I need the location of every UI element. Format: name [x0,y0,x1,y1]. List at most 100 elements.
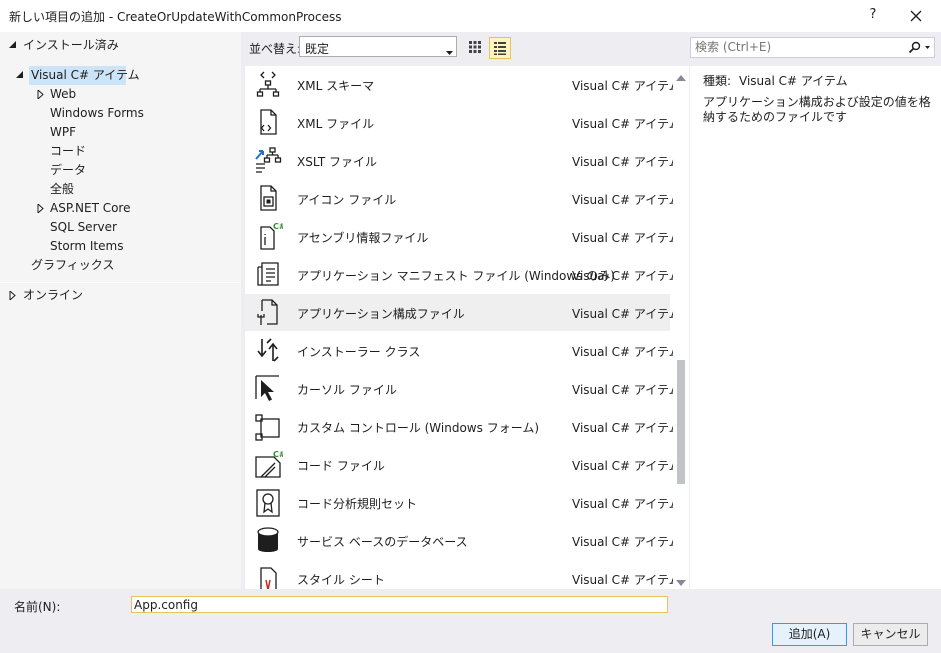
item-category: Visual C# アイテム [572,307,673,321]
grid-view-icon[interactable] [465,37,485,57]
item-name: アイコン ファイル [297,193,397,207]
help-button[interactable]: ? [862,4,884,26]
list-item[interactable]: XSLT ファイル Visual C# アイテム [245,142,673,179]
list-item[interactable]: サービス ベースのデータベース Visual C# アイテム [245,522,673,559]
xml-schema-icon [253,69,283,99]
item-name: コード ファイル [297,459,385,473]
list-item[interactable]: カスタム コントロール (Windows フォーム) Visual C# アイテ… [245,408,673,445]
tree-item-label: グラフィックス [31,258,115,272]
tree-item-aspnet-core[interactable]: ASP.NET Core [35,199,235,218]
close-icon[interactable] [904,4,928,28]
list-view-icon[interactable] [489,37,511,59]
list-item[interactable]: コード分析規則セット Visual C# アイテム [245,484,673,521]
config-file-icon [253,297,283,327]
item-category: Visual C# アイテム [572,79,673,93]
list-item[interactable]: C# アセンブリ情報ファイル Visual C# アイテム [245,218,673,255]
list-item[interactable]: XML ファイル Visual C# アイテム [245,104,673,141]
item-name: コード分析規則セット [297,497,418,511]
list-item[interactable]: C# コード ファイル Visual C# アイテム [245,446,673,483]
add-button[interactable]: 追加(A) [772,623,847,646]
cancel-button[interactable]: キャンセル [853,623,928,646]
collapsed-triangle-icon [37,85,47,104]
tree-item-label: Storm Items [50,239,124,253]
list-item[interactable]: カーソル ファイル Visual C# アイテム [245,370,673,407]
item-category: Visual C# アイテム [572,117,673,131]
database-icon [253,525,283,555]
collapsed-triangle-icon [37,199,47,218]
cursor-file-icon [253,373,283,403]
item-name: スタイル シート [297,573,385,587]
item-name: XSLT ファイル [297,155,378,169]
item-name: アプリケーション構成ファイル [297,307,465,321]
list-item[interactable]: スタイル シート Visual C# アイテム [245,560,673,589]
item-category: Visual C# アイテム [572,573,673,587]
item-category: Visual C# アイテム [572,155,673,169]
item-category: Visual C# アイテム [572,269,673,283]
installer-class-icon [253,335,283,365]
type-label: 種類: [703,74,732,88]
tree-item-label: ASP.NET Core [50,201,131,215]
item-category: Visual C# アイテム [572,459,673,473]
list-scrollbar[interactable] [673,66,689,589]
sort-dropdown[interactable]: 既定 [299,36,457,57]
search-icon[interactable] [908,41,932,58]
scroll-down-icon[interactable] [676,575,686,589]
item-category: Visual C# アイテム [572,497,673,511]
search-input[interactable] [695,40,895,54]
item-category: Visual C# アイテム [572,345,673,359]
svg-text:C#: C# [273,450,283,459]
item-category: Visual C# アイテム [572,421,673,435]
tree-online-label: オンライン [23,288,84,302]
list-item[interactable]: XML スキーマ Visual C# アイテム [245,66,673,103]
ruleset-icon [253,487,283,517]
tree-item-label: WPF [50,125,77,139]
xml-file-icon [253,107,283,137]
list-item[interactable]: アプリケーション マニフェスト ファイル (Windows のみ) Visual… [245,256,673,293]
icon-file-icon [253,183,283,213]
template-list: XML スキーマ Visual C# アイテム XML ファイル Visual … [245,66,673,589]
collapsed-triangle-icon [9,286,19,305]
tree-online[interactable]: オンライン [0,286,241,305]
search-box[interactable] [690,37,935,58]
stylesheet-icon [253,563,283,589]
details-panel [690,66,941,589]
item-name: カスタム コントロール (Windows フォーム) [297,421,540,435]
item-name: インストーラー クラス [297,345,421,359]
chevron-down-icon [446,44,453,58]
list-item-selected[interactable]: アプリケーション構成ファイル Visual C# アイテム [245,294,673,331]
tree-visual-csharp[interactable]: Visual C# アイテム [29,66,140,85]
scroll-up-icon[interactable] [676,70,686,84]
expanded-triangle-icon [9,36,19,55]
tree-item-label: Windows Forms [50,106,144,120]
sort-value: 既定 [305,42,330,56]
tree-installed[interactable]: インストール済み [0,36,241,55]
manifest-icon [253,259,283,289]
tree-installed-label: インストール済み [23,38,119,52]
window-title: 新しい項目の追加 - CreateOrUpdateWithCommonProce… [9,10,342,24]
list-item[interactable]: インストーラー クラス Visual C# アイテム [245,332,673,369]
name-label: 名前(N): [14,600,61,614]
tree-visual-csharp-label: Visual C# アイテム [31,68,140,82]
expanded-triangle-icon[interactable] [16,66,26,85]
tree-item-label: Web [50,87,77,101]
code-file-icon: C# [253,449,286,479]
item-name: XML ファイル [297,117,375,131]
tree-item-web[interactable]: Web [35,85,235,104]
item-name: アプリケーション マニフェスト ファイル (Windows のみ) [297,269,615,283]
tree-item-label: SQL Server [50,220,117,234]
item-name: カーソル ファイル [297,383,397,397]
type-value: Visual C# アイテム [739,74,848,88]
tree-item-label: コード [50,144,87,158]
assembly-info-icon: C# [253,221,286,251]
list-item[interactable]: アイコン ファイル Visual C# アイテム [245,180,673,217]
name-field[interactable] [131,596,668,613]
item-category: Visual C# アイテム [572,535,673,549]
svg-text:C#: C# [273,222,283,231]
scrollbar-thumb[interactable] [677,360,685,484]
item-category: Visual C# アイテム [572,383,673,397]
xslt-file-icon [253,145,283,175]
item-category: Visual C# アイテム [572,231,673,245]
item-name: アセンブリ情報ファイル [297,231,429,245]
item-category: Visual C# アイテム [572,193,673,207]
tree-item-label: データ [50,163,87,177]
